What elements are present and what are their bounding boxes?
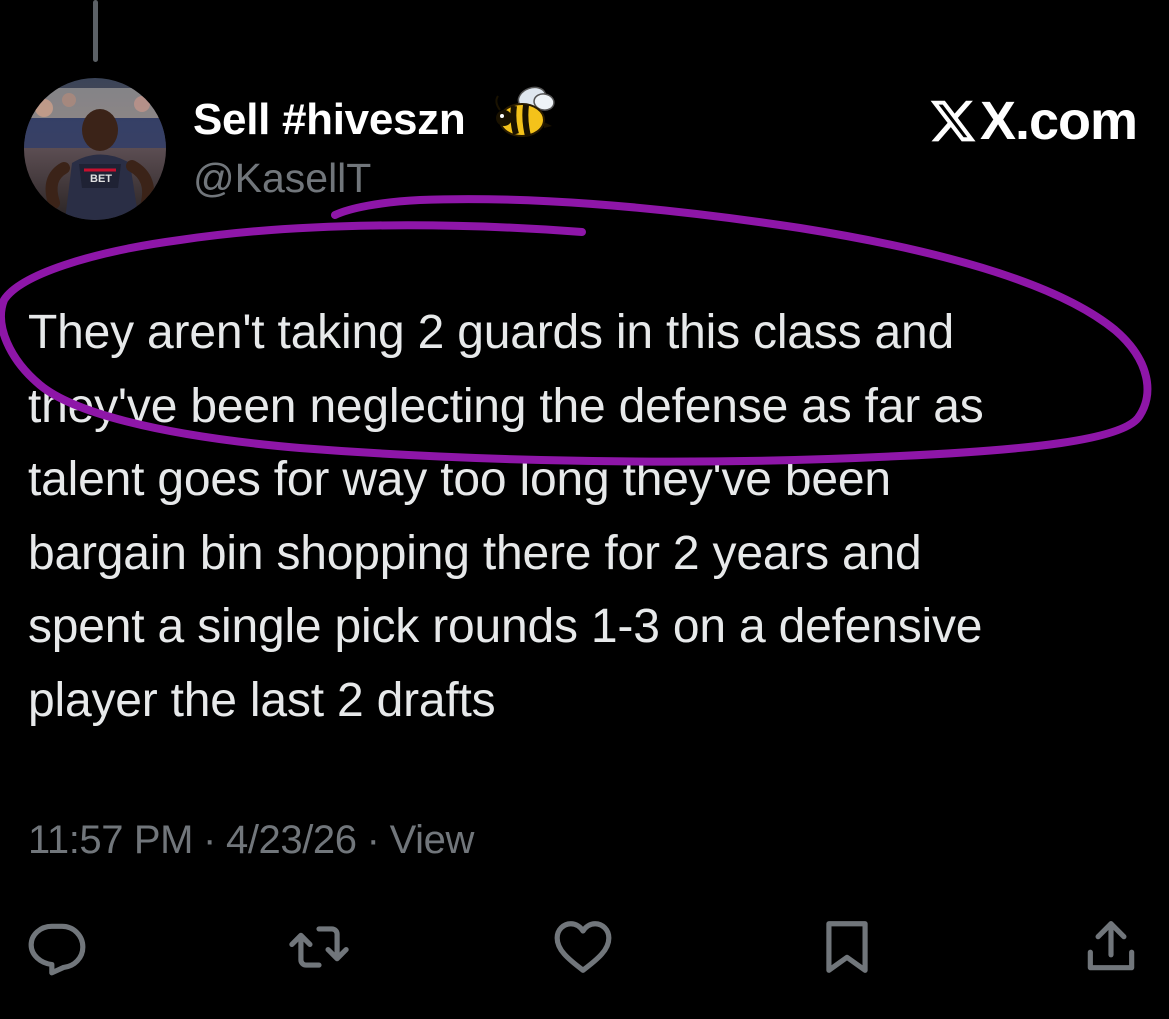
x-logo-icon [930, 100, 976, 142]
thread-connector-line [93, 0, 98, 62]
tweet-time: 11:57 PM [28, 818, 194, 862]
share-button[interactable] [1076, 912, 1146, 982]
watermark: X.com [928, 86, 1138, 156]
bookmark-button[interactable] [812, 912, 882, 982]
action-bar [0, 906, 1169, 986]
views-link[interactable]: View [390, 818, 475, 862]
meta-separator: · [366, 818, 380, 862]
like-icon [554, 921, 612, 973]
bookmark-icon [826, 921, 868, 973]
tweet-date: 4/23/26 [225, 818, 357, 862]
reply-icon [28, 923, 86, 976]
watermark-text: X.com [980, 91, 1138, 151]
svg-text:BET: BET [90, 173, 112, 185]
reply-button[interactable] [22, 912, 92, 982]
retweet-button[interactable] [284, 912, 354, 982]
user-handle[interactable]: @KasellT [193, 152, 371, 204]
tweet-text: They aren't taking 2 guards in this clas… [28, 306, 984, 727]
share-icon [1087, 921, 1135, 971]
retweet-icon [289, 926, 349, 968]
bee-icon [492, 80, 558, 146]
meta-separator: · [203, 818, 216, 862]
tweet-meta: 11:57 PM · 4/23/26 · View [28, 812, 474, 868]
avatar[interactable]: BET [24, 78, 166, 220]
like-button[interactable] [548, 912, 618, 982]
display-name[interactable]: Sell #hiveszn [193, 94, 466, 146]
